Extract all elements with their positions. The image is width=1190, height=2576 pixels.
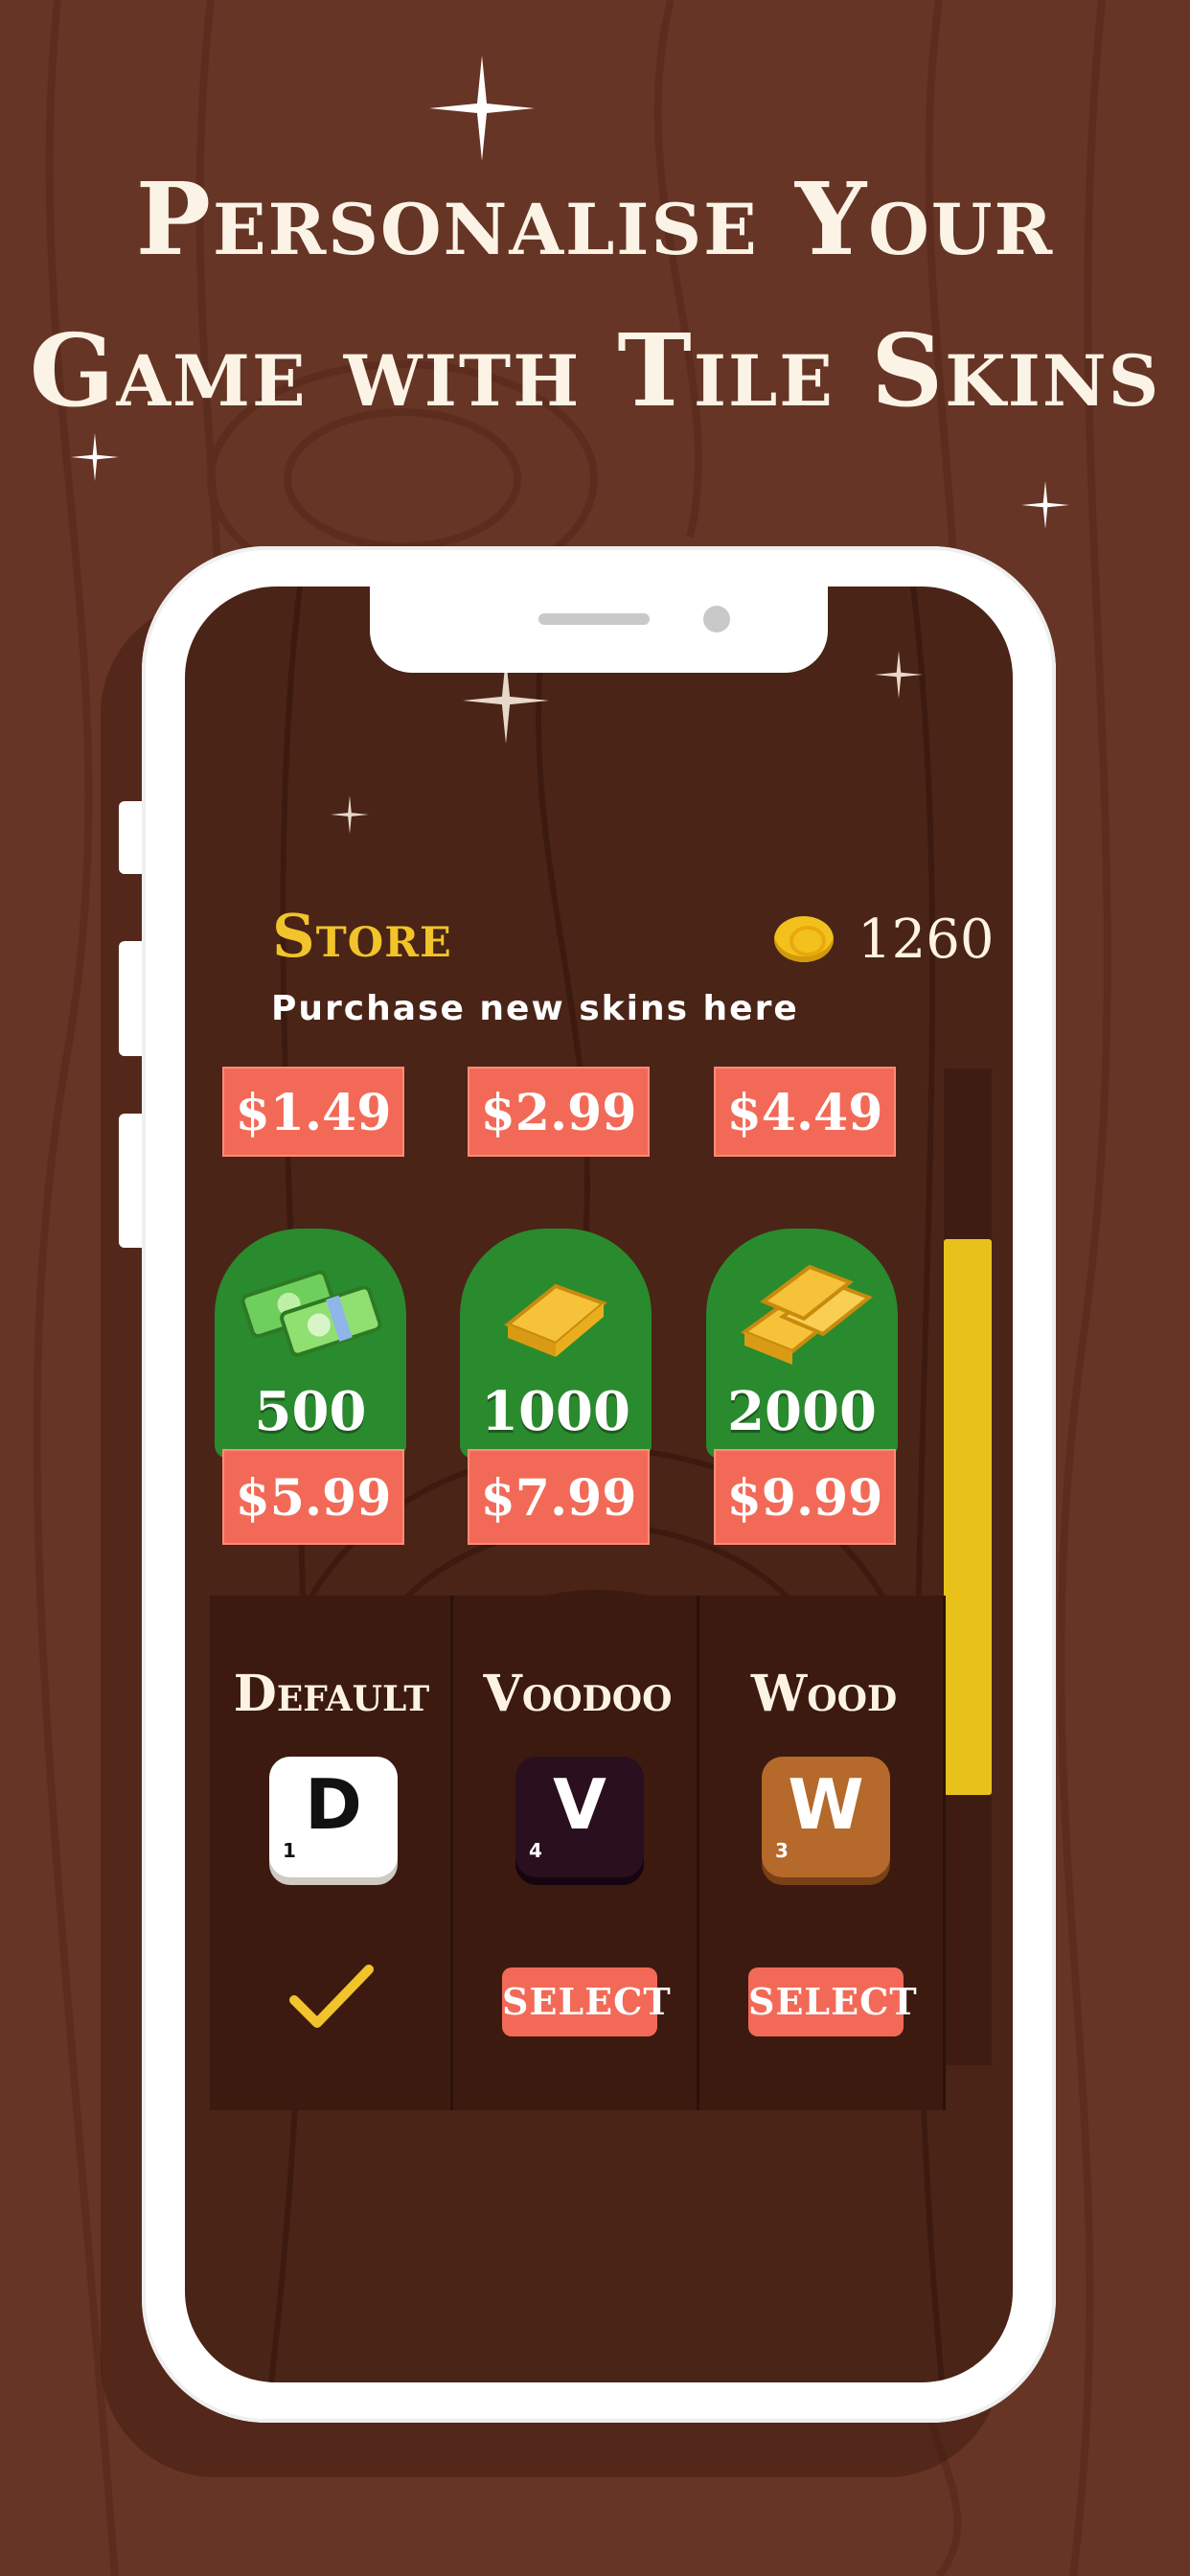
tile-preview-voodoo: V 4 xyxy=(515,1757,644,1877)
sparkle-icon xyxy=(429,56,535,161)
skin-name: Voodoo xyxy=(483,1665,673,1723)
tile-preview-wood: W 3 xyxy=(762,1757,890,1877)
price-button[interactable]: $5.99 xyxy=(222,1449,404,1545)
price-button[interactable]: $2.99 xyxy=(468,1067,650,1157)
tile-letter: V xyxy=(553,1764,606,1845)
tile-letter: W xyxy=(788,1764,864,1845)
skin-name: Wood xyxy=(750,1665,898,1723)
headline-line-2: Game with Tile Skins xyxy=(29,311,1161,429)
skin-card-default[interactable]: Default D 1 xyxy=(210,1596,453,2110)
select-button[interactable]: SELECT xyxy=(748,1967,917,2036)
coin-pack-amount: 500 xyxy=(254,1380,367,1443)
skin-name: Default xyxy=(233,1665,430,1723)
select-button[interactable]: SELECT xyxy=(502,1967,671,2036)
coin-balance: 1260 xyxy=(858,908,995,971)
gold-bar-icon xyxy=(504,1283,607,1357)
store-title: Store xyxy=(272,901,452,971)
price-button[interactable]: $9.99 xyxy=(714,1449,896,1545)
sparkle-icon xyxy=(331,795,369,834)
tile-preview-default: D 1 xyxy=(269,1757,398,1877)
coin-pack-amount: 1000 xyxy=(481,1380,630,1443)
cash-stack-icon xyxy=(240,1270,382,1357)
tile-number: 3 xyxy=(775,1839,789,1862)
phone-camera xyxy=(703,606,730,632)
skin-card-voodoo[interactable]: Voodoo V 4 SELECT xyxy=(456,1596,699,2110)
sparkle-icon xyxy=(875,651,923,699)
coin-pack-2000[interactable]: 2000 xyxy=(706,1229,898,1459)
price-button[interactable]: $7.99 xyxy=(468,1449,650,1545)
price-button[interactable]: $1.49 xyxy=(222,1067,404,1157)
coin-pack-500[interactable]: 500 xyxy=(215,1229,406,1459)
skin-card-wood[interactable]: Wood W 3 SELECT xyxy=(702,1596,946,2110)
price-button[interactable]: $4.49 xyxy=(714,1067,896,1157)
phone-notch xyxy=(370,585,828,673)
headline-line-1: Personalise Your xyxy=(135,160,1055,278)
coin-pack-1000[interactable]: 1000 xyxy=(460,1229,652,1459)
phone-speaker xyxy=(538,613,650,625)
tile-letter: D xyxy=(305,1764,362,1845)
scrollbar-thumb[interactable] xyxy=(944,1239,992,1795)
store-subtitle: Purchase new skins here xyxy=(271,989,799,1028)
tile-number: 1 xyxy=(283,1839,296,1862)
coin-icon xyxy=(774,916,834,962)
tile-number: 4 xyxy=(529,1839,542,1862)
gold-bars-icon xyxy=(740,1264,874,1365)
check-icon xyxy=(289,1965,374,2028)
promo-headline: Personalise Your Game with Tile Skins xyxy=(0,144,1190,447)
sparkle-icon xyxy=(1021,481,1069,529)
coin-pack-amount: 2000 xyxy=(727,1380,877,1443)
sparkle-icon xyxy=(71,433,119,481)
